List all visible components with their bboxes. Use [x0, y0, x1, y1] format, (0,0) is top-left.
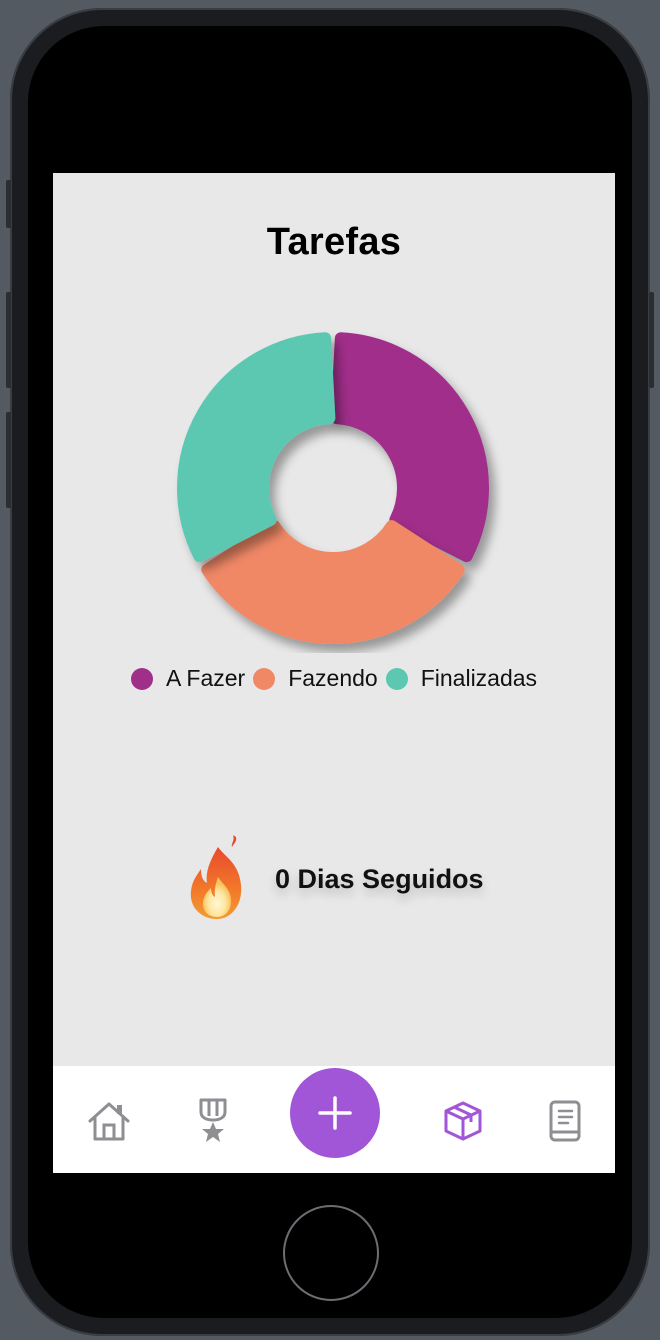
- legend-dot: [385, 667, 408, 690]
- legend-item-finalizadas: Finalizadas: [385, 665, 538, 692]
- add-task-button[interactable]: [290, 1068, 380, 1158]
- tab-achievements[interactable]: [188, 1096, 238, 1146]
- tab-journal[interactable]: [540, 1096, 590, 1146]
- streak-counter: 0 Dias Seguidos: [181, 833, 484, 925]
- app-screen: Tarefas A Fazer Fazendo Finalizadas 0 Di…: [53, 173, 615, 1173]
- legend-label: Fazendo: [288, 665, 378, 691]
- legend-item-a-fazer: A Fazer: [130, 665, 246, 692]
- mute-switch: [6, 180, 11, 228]
- tab-tasks[interactable]: [438, 1096, 488, 1146]
- chart-segment-a-fazer[interactable]: [330, 332, 489, 563]
- streak-label: 0 Dias Seguidos: [275, 863, 484, 894]
- chart-segment-finalizadas[interactable]: [177, 332, 336, 563]
- legend-label: A Fazer: [165, 665, 246, 691]
- chart-segment-fazendo[interactable]: [201, 520, 465, 644]
- legend-dot: [253, 667, 276, 690]
- page-title: Tarefas: [266, 221, 402, 263]
- legend-dot: [130, 667, 153, 690]
- volume-up-button: [6, 292, 11, 388]
- chart-legend: A Fazer Fazendo Finalizadas: [53, 665, 615, 692]
- tasks-donut-chart: [177, 332, 489, 644]
- plus-icon: [318, 1096, 352, 1130]
- flame-icon: [181, 833, 255, 925]
- book-icon: [549, 1100, 581, 1142]
- legend-label: Finalizadas: [420, 665, 538, 691]
- home-icon: [88, 1102, 130, 1141]
- tab-home[interactable]: [84, 1096, 134, 1146]
- volume-down-button: [6, 412, 11, 508]
- device-home-button[interactable]: [283, 1205, 379, 1301]
- medal-icon: [199, 1098, 227, 1142]
- power-button: [649, 292, 654, 388]
- box-icon: [444, 1101, 482, 1141]
- legend-item-fazendo: Fazendo: [253, 665, 378, 692]
